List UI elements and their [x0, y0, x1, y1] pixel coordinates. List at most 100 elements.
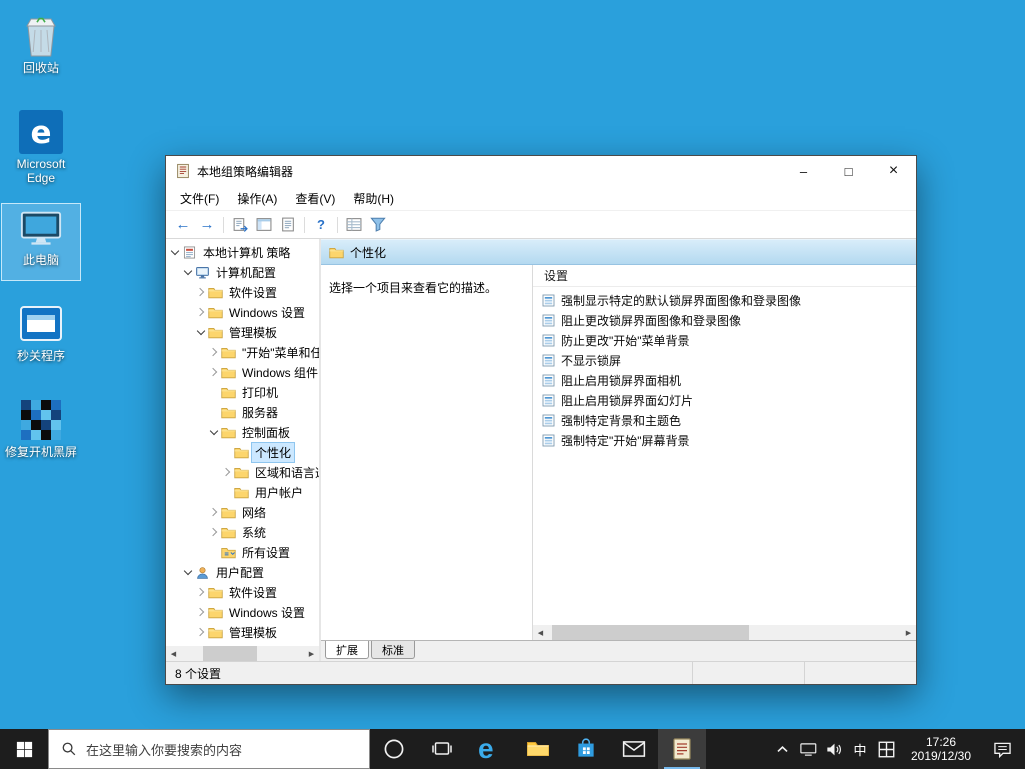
filter-button[interactable] [369, 216, 387, 233]
list-view-button[interactable] [345, 216, 363, 233]
expand-arrow-icon[interactable] [220, 469, 233, 475]
setting-item-4[interactable]: 阻止启用锁屏界面相机 [533, 370, 916, 390]
help-button[interactable]: ? [312, 216, 330, 233]
tree-item-8[interactable]: 服务器 [166, 402, 319, 422]
menu-view[interactable]: 查看(V) [286, 187, 344, 210]
cortana-button[interactable] [370, 729, 418, 769]
tree-item-13[interactable]: 网络 [166, 502, 319, 522]
edge-taskbar-button[interactable]: e [466, 729, 514, 769]
properties-button[interactable] [279, 216, 297, 233]
store-button[interactable] [562, 729, 610, 769]
setting-item-7[interactable]: 强制特定"开始"屏幕背景 [533, 430, 916, 450]
expand-arrow-icon[interactable] [207, 509, 220, 515]
tree-item-19[interactable]: 管理模板 [166, 622, 319, 642]
desktop-icon-microsoft-edge[interactable]: e Microsoft Edge [2, 108, 80, 185]
expand-arrow-icon[interactable] [194, 609, 207, 615]
scrollbar-thumb[interactable] [203, 646, 258, 661]
collapse-arrow-icon[interactable] [168, 250, 181, 254]
collapse-arrow-icon[interactable] [194, 330, 207, 334]
file-explorer-button[interactable] [514, 729, 562, 769]
folder-icon [208, 626, 223, 639]
collapse-arrow-icon[interactable] [181, 270, 194, 274]
tree-item-3[interactable]: Windows 设置 [166, 302, 319, 322]
desktop-icon-miaoguan-app[interactable]: 秒关程序 [2, 300, 80, 376]
expand-arrow-icon[interactable] [207, 349, 220, 355]
view-tab-standard[interactable]: 标准 [371, 641, 415, 659]
tray-expand-button[interactable] [769, 729, 795, 769]
export-list-button[interactable] [231, 216, 249, 233]
scroll-right-arrow-icon[interactable] [901, 625, 916, 640]
setting-item-1[interactable]: 阻止更改锁屏界面图像和登录图像 [533, 310, 916, 330]
forward-button[interactable]: → [198, 216, 216, 233]
action-center-button[interactable] [983, 729, 1021, 769]
minimize-button[interactable]: – [781, 156, 826, 186]
network-tray-icon[interactable] [795, 729, 821, 769]
back-button[interactable]: ← [174, 216, 192, 233]
ime-mode-button[interactable] [873, 729, 899, 769]
mail-button[interactable] [610, 729, 658, 769]
setting-item-6[interactable]: 强制特定背景和主题色 [533, 410, 916, 430]
tree-item-7[interactable]: 打印机 [166, 382, 319, 402]
tree-item-17[interactable]: 软件设置 [166, 582, 319, 602]
settings-horizontal-scrollbar[interactable] [533, 625, 916, 640]
scroll-right-arrow-icon[interactable] [304, 646, 319, 661]
tree-item-12[interactable]: 用户帐户 [166, 482, 319, 502]
expand-arrow-icon[interactable] [194, 589, 207, 595]
taskbar-clock[interactable]: 17:26 2019/12/30 [899, 735, 983, 763]
window-titlebar[interactable]: 本地组策略编辑器 – □ × [166, 156, 916, 186]
taskbar-search[interactable]: 在这里输入你要搜索的内容 [48, 729, 370, 769]
tree-item-11[interactable]: 区域和语言选项 [166, 462, 319, 482]
setting-item-5[interactable]: 阻止启用锁屏界面幻灯片 [533, 390, 916, 410]
setting-label: 强制特定背景和主题色 [561, 413, 682, 428]
extended-view: 选择一个项目来查看它的描述。 设置 强制显示特定的默认锁屏界面图像和登录图像 阻止… [321, 265, 916, 640]
menu-help[interactable]: 帮助(H) [344, 187, 403, 210]
expand-arrow-icon[interactable] [194, 309, 207, 315]
task-view-button[interactable] [418, 729, 466, 769]
setting-item-0[interactable]: 强制显示特定的默认锁屏界面图像和登录图像 [533, 290, 916, 310]
show-console-tree-button[interactable] [255, 216, 273, 233]
tree-item-6[interactable]: Windows 组件 [166, 362, 319, 382]
start-button[interactable] [0, 729, 48, 769]
toolbar: ← →? [166, 211, 916, 239]
collapse-arrow-icon[interactable] [181, 570, 194, 574]
tree-item-15[interactable]: 所有设置 [166, 542, 319, 562]
tree-item-4[interactable]: 管理模板 [166, 322, 319, 342]
tree-item-18[interactable]: Windows 设置 [166, 602, 319, 622]
tree-item-2[interactable]: 软件设置 [166, 282, 319, 302]
setting-item-2[interactable]: 防止更改"开始"菜单背景 [533, 330, 916, 350]
ime-language-indicator[interactable]: 中 [847, 729, 873, 769]
desktop-icon-this-pc[interactable]: 此电脑 [1, 203, 81, 281]
menu-file[interactable]: 文件(F) [171, 187, 228, 210]
maximize-button[interactable]: □ [826, 156, 871, 186]
collapse-arrow-icon[interactable] [207, 430, 220, 434]
expand-arrow-icon[interactable] [207, 529, 220, 535]
tree-item-14[interactable]: 系统 [166, 522, 319, 542]
expand-arrow-icon[interactable] [207, 369, 220, 375]
scrollbar-track[interactable] [548, 625, 901, 640]
tree-horizontal-scrollbar[interactable] [166, 646, 319, 661]
menu-action[interactable]: 操作(A) [228, 187, 286, 210]
tree-item-9[interactable]: 控制面板 [166, 422, 319, 442]
tree-item-1[interactable]: 计算机配置 [166, 262, 319, 282]
scroll-left-arrow-icon[interactable] [533, 625, 548, 640]
scrollbar-thumb[interactable] [551, 625, 750, 640]
toolbar-separator [304, 216, 305, 233]
view-tab-extended[interactable]: 扩展 [325, 641, 369, 659]
setting-item-3[interactable]: 不显示锁屏 [533, 350, 916, 370]
settings-column-header[interactable]: 设置 [533, 265, 916, 287]
tree-item-label: 软件设置 [229, 285, 278, 300]
desktop-icon-fix-blackscreen-app[interactable]: 修复开机黑屏 [2, 396, 80, 472]
expand-arrow-icon[interactable] [194, 629, 207, 635]
tree-item-10[interactable]: 个性化 [166, 441, 319, 463]
volume-tray-icon[interactable] [821, 729, 847, 769]
explorer-icon [526, 737, 550, 761]
tree-item-5[interactable]: "开始"菜单和任务栏 [166, 342, 319, 362]
scroll-left-arrow-icon[interactable] [166, 646, 181, 661]
expand-arrow-icon[interactable] [194, 289, 207, 295]
tree-item-0[interactable]: 本地计算机 策略 [166, 242, 319, 262]
desktop-icon-recycle-bin[interactable]: 回收站 [2, 12, 80, 88]
gpedit-taskbar-button[interactable] [658, 729, 706, 769]
tree-item-16[interactable]: 用户配置 [166, 562, 319, 582]
scrollbar-track[interactable] [181, 646, 304, 661]
close-button[interactable]: × [871, 156, 916, 186]
